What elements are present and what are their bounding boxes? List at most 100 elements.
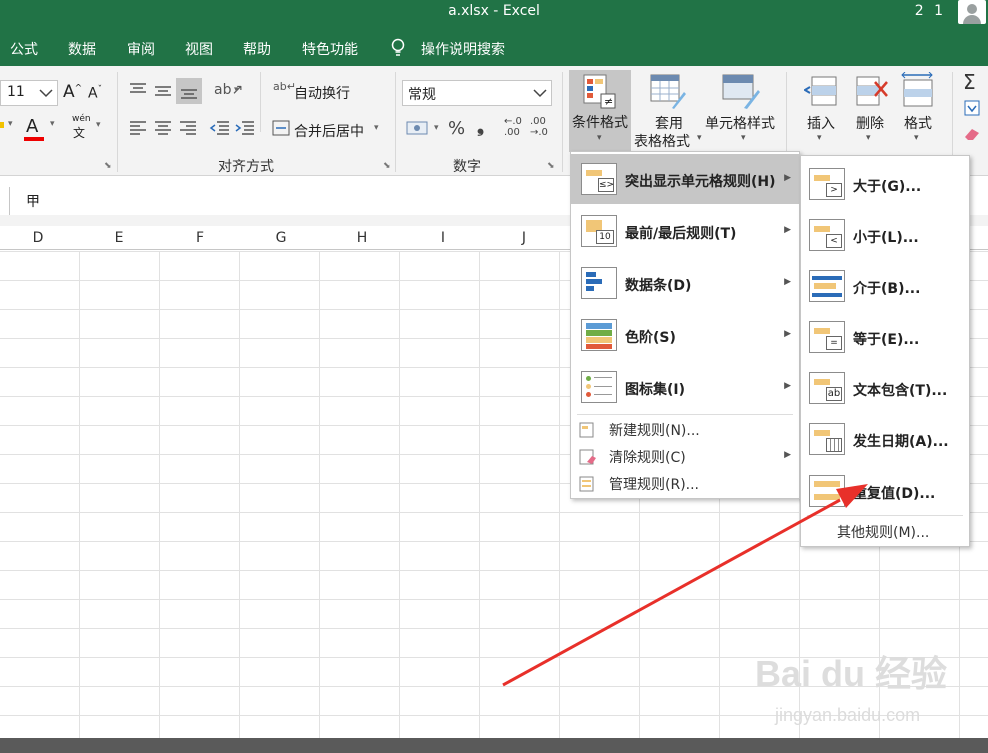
submenu-item-more-rules[interactable]: 其他规则(M)... [801,518,969,544]
font-color-icon[interactable]: A [26,116,38,137]
color-scales-icon [581,319,617,351]
currency-icon[interactable] [406,120,430,136]
table-format-label-2[interactable]: 表格格式 [634,131,690,151]
submenu-item-between[interactable]: 介于(B)... [801,261,969,311]
align-middle-icon[interactable] [153,82,173,98]
autosum-icon[interactable]: Σ [963,70,976,94]
conditional-formatting-button[interactable]: ≠ 条件格式 ▾ [569,70,631,152]
align-center-icon[interactable] [153,120,173,136]
new-rule-icon [579,422,594,438]
wrap-text-button[interactable]: 自动换行 [294,83,350,103]
percent-icon[interactable]: % [448,118,465,139]
wrap-text-icon: ab↵ [273,80,296,93]
shrink-font-icon[interactable]: Aˇ [88,85,102,102]
column-header-f[interactable]: F [160,230,240,246]
currency-dropdown-icon[interactable]: ▾ [434,123,439,133]
separator [117,72,118,172]
format-dropdown-icon[interactable]: ▾ [914,133,919,143]
phonetic-dropdown-icon[interactable]: ▾ [96,120,101,130]
submenu-label: 等于(E)... [853,332,920,348]
ribbon-tabs: 公式 数据 审阅 视图 帮助 特色功能 操作说明搜索 [0,30,988,66]
column-header-d[interactable]: D [0,230,78,246]
tell-me-search[interactable]: 操作说明搜索 [421,39,505,59]
phonetic-icon[interactable]: 文 [73,124,85,141]
comma-icon[interactable]: ❟ [477,116,484,137]
submenu-item-equal-to[interactable]: = 等于(E)... [801,312,969,362]
font-color-bar [24,137,44,141]
align-top-icon[interactable] [128,82,148,98]
tab-formulas[interactable]: 公式 [10,39,38,59]
column-header-e[interactable]: E [79,230,159,246]
tab-special[interactable]: 特色功能 [302,39,358,59]
clear-rules-icon [579,449,596,465]
merge-center-button[interactable]: 合并后居中 [294,121,364,141]
tab-data[interactable]: 数据 [68,39,96,59]
chevron-down-icon [533,89,547,98]
column-header-j[interactable]: J [484,230,564,246]
table-format-dropdown-icon[interactable]: ▾ [697,133,702,143]
user-avatar-icon[interactable] [958,0,986,24]
decrease-decimal-icon[interactable]: .00 →.0 [530,116,548,138]
format-button[interactable]: 格式 [904,113,932,133]
menu-item-manage-rules[interactable]: 管理规则(R)... [571,471,799,497]
submenu-item-duplicate-values[interactable]: 重复值(D)... [801,466,969,516]
column-header-i[interactable]: I [403,230,483,246]
submenu-label: 其他规则(M)... [837,525,930,541]
align-bottom-button[interactable] [176,78,202,104]
number-format-combo[interactable]: 常规 [402,80,552,106]
text-contains-icon: ab [809,372,845,404]
font-color-dropdown-icon[interactable]: ▾ [50,119,55,129]
menu-item-data-bars[interactable]: 数据条(D) ▶ [571,258,799,308]
fill-dropdown-icon[interactable]: ▾ [8,119,13,129]
decrease-indent-icon[interactable] [209,120,231,136]
menu-item-highlight-rules[interactable]: ≤> 突出显示单元格规则(H) ▶ [571,154,799,204]
submenu-item-greater-than[interactable]: > 大于(G)... [801,159,969,209]
submenu-arrow-icon: ▶ [784,381,791,391]
increase-decimal-icon[interactable]: ←.0 .00 [504,116,522,138]
font-launcher-icon[interactable]: ⬊ [104,161,112,171]
conditional-formatting-menu: ≤> 突出显示单元格规则(H) ▶ 10 最前/最后规则(T) ▶ 数据条(D)… [570,151,800,499]
submenu-item-text-contains[interactable]: ab 文本包含(T)... [801,363,969,413]
separator [562,72,563,172]
tab-view[interactable]: 视图 [185,39,213,59]
tab-help[interactable]: 帮助 [243,39,271,59]
insert-button[interactable]: 插入 [807,113,835,133]
greater-than-icon: > [809,168,845,200]
menu-label: 最前/最后规则(T) [625,226,737,242]
delete-button[interactable]: 删除 [856,113,884,133]
increase-indent-icon[interactable] [234,120,256,136]
align-left-icon[interactable] [128,120,148,136]
watermark-text: Bai du 经验 [755,653,948,694]
number-launcher-icon[interactable]: ⬊ [547,161,555,171]
fill-down-icon[interactable] [964,100,980,116]
menu-item-clear-rules[interactable]: 清除规则(C) ▶ [571,444,799,470]
column-header-h[interactable]: H [322,230,402,246]
column-header-g[interactable]: G [241,230,321,246]
menu-item-top-bottom[interactable]: 10 最前/最后规则(T) ▶ [571,206,799,256]
font-size-combo[interactable]: 11 [0,80,58,106]
manage-rules-icon [579,476,594,492]
delete-dropdown-icon[interactable]: ▾ [866,133,871,143]
grow-font-icon[interactable]: A^ [63,82,82,102]
merge-dropdown-icon[interactable]: ▾ [374,123,379,133]
insert-dropdown-icon[interactable]: ▾ [817,133,822,143]
menu-item-new-rule[interactable]: 新建规则(N)... [571,417,799,443]
align-right-icon[interactable] [178,120,198,136]
table-format-label-1[interactable]: 套用 [655,113,683,133]
tab-review[interactable]: 审阅 [127,39,155,59]
cell-style-dropdown-icon[interactable]: ▾ [741,133,746,143]
submenu-item-date-occurring[interactable]: 发生日期(A)... [801,414,969,464]
number-format-value: 常规 [408,87,436,103]
formula-input[interactable]: 甲 [26,191,40,211]
insert-cells-icon [804,76,837,106]
name-box-edge [0,187,10,215]
menu-item-icon-sets[interactable]: 图标集(I) ▶ [571,362,799,412]
menu-item-color-scales[interactable]: 色阶(S) ▶ [571,310,799,360]
alignment-launcher-icon[interactable]: ⬊ [383,161,391,171]
cell-style-button[interactable]: 单元格样式 [705,113,775,133]
orientation-dropdown-icon[interactable]: ▾ [234,85,239,95]
submenu-item-less-than[interactable]: < 小于(L)... [801,210,969,260]
clear-eraser-icon[interactable] [962,126,982,142]
data-bars-icon [581,267,617,299]
fill-color-icon[interactable] [0,122,4,128]
